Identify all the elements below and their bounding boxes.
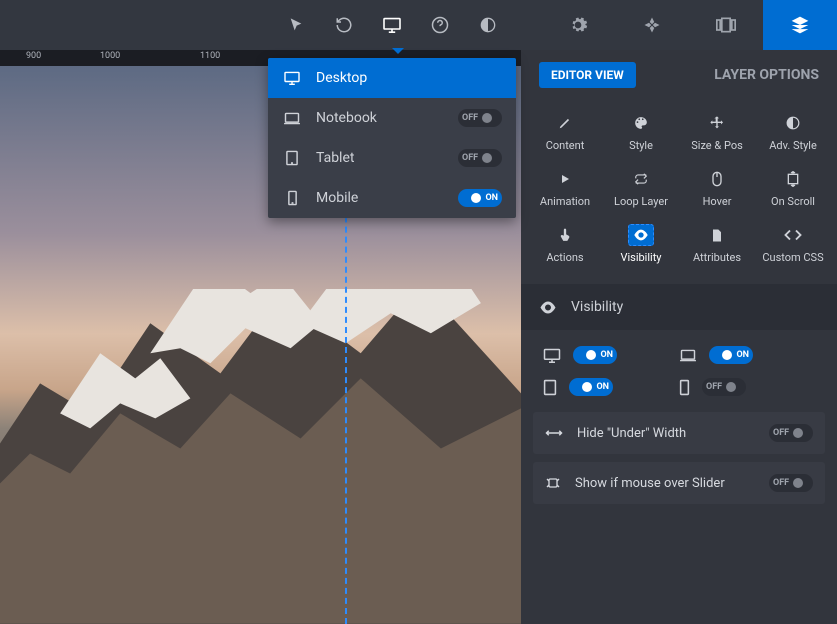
mobile-icon [282, 190, 302, 206]
background-image [0, 289, 521, 624]
desktop-visibility-toggle[interactable]: ON [573, 346, 617, 364]
show-mouse-over-row: Show if mouse over Slider OFF [533, 462, 825, 504]
right-panel: EDITOR VIEW LAYER OPTIONS Content Style … [521, 50, 837, 624]
play-icon [552, 168, 578, 190]
navigation-tab-icon[interactable] [615, 0, 689, 50]
settings-tab-icon[interactable] [541, 0, 615, 50]
undo-icon[interactable] [320, 0, 368, 50]
slides-tab-icon[interactable] [689, 0, 763, 50]
notebook-visibility-toggle[interactable]: ON [709, 346, 753, 364]
dropdown-label: Mobile [316, 190, 458, 206]
tablet-icon [543, 379, 557, 396]
editor-view-pill[interactable]: EDITOR VIEW [539, 62, 636, 88]
dropdown-item-mobile[interactable]: Mobile ON [268, 178, 516, 218]
ruler-mark: 1100 [200, 51, 220, 61]
scroll-icon [780, 168, 806, 190]
visibility-box-icon [628, 224, 654, 246]
half-circle-icon [780, 112, 806, 134]
device-preview-icon[interactable] [368, 0, 416, 50]
layers-tab-icon[interactable] [763, 0, 837, 50]
visibility-notebook: ON [679, 346, 815, 364]
device-visibility-grid: ON ON ON OFF [521, 330, 837, 412]
hide-under-width-row: Hide "Under" Width OFF [533, 412, 825, 454]
option-label: Hide "Under" Width [577, 426, 755, 441]
notebook-icon [679, 349, 697, 362]
dropdown-label: Tablet [316, 150, 458, 166]
top-toolbar [0, 0, 837, 50]
desktop-icon [543, 348, 561, 363]
tool-hover[interactable]: Hover [679, 160, 755, 216]
visibility-tablet: ON [543, 378, 679, 396]
toolbar-icon-group [272, 0, 512, 50]
notebook-toggle[interactable]: OFF [458, 109, 502, 127]
code-icon [780, 224, 806, 246]
hide-under-width-toggle[interactable]: OFF [769, 424, 813, 442]
file-icon [704, 224, 730, 246]
dropdown-item-desktop[interactable]: Desktop [268, 58, 516, 98]
tool-adv-style[interactable]: Adv. Style [755, 104, 831, 160]
tool-size-pos[interactable]: Size & Pos [679, 104, 755, 160]
width-arrows-icon [545, 427, 563, 439]
visibility-desktop: ON [543, 346, 679, 364]
tool-loop-layer[interactable]: Loop Layer [603, 160, 679, 216]
dropdown-label: Desktop [316, 70, 502, 86]
notebook-icon [282, 112, 302, 125]
tool-style[interactable]: Style [603, 104, 679, 160]
layer-options-label[interactable]: LAYER OPTIONS [714, 67, 819, 83]
dropdown-arrow-icon [392, 48, 404, 54]
pointer-tool-icon[interactable] [272, 0, 320, 50]
mouse-icon [704, 168, 730, 190]
ruler-mark: 1000 [100, 51, 120, 61]
tool-animation[interactable]: Animation [527, 160, 603, 216]
help-icon[interactable] [416, 0, 464, 50]
desktop-icon [282, 71, 302, 85]
mobile-toggle[interactable]: ON [458, 189, 502, 207]
panel-header: EDITOR VIEW LAYER OPTIONS [521, 50, 837, 100]
panel-tabs [541, 0, 837, 50]
tool-attributes[interactable]: Attributes [679, 216, 755, 272]
mobile-icon [679, 379, 690, 396]
tool-content[interactable]: Content [527, 104, 603, 160]
dropdown-item-notebook[interactable]: Notebook OFF [268, 98, 516, 138]
pencil-icon [552, 112, 578, 134]
loop-icon [628, 168, 654, 190]
tool-actions[interactable]: Actions [527, 216, 603, 272]
visibility-mobile: OFF [679, 378, 815, 396]
tablet-toggle[interactable]: OFF [458, 149, 502, 167]
palette-icon [628, 112, 654, 134]
contrast-icon[interactable] [464, 0, 512, 50]
tool-on-scroll[interactable]: On Scroll [755, 160, 831, 216]
dropdown-item-tablet[interactable]: Tablet OFF [268, 138, 516, 178]
eye-icon [539, 301, 557, 314]
tap-icon [552, 224, 578, 246]
ruler-mark: 900 [26, 51, 41, 61]
tool-visibility[interactable]: Visibility [603, 216, 679, 272]
device-dropdown: Desktop Notebook OFF Tablet OFF Mobile O… [268, 58, 516, 218]
show-mouse-over-toggle[interactable]: OFF [769, 474, 813, 492]
option-label: Show if mouse over Slider [575, 476, 755, 491]
target-icon [545, 475, 561, 491]
visibility-section-header[interactable]: Visibility [521, 284, 837, 330]
section-title: Visibility [571, 299, 623, 315]
layer-tool-grid: Content Style Size & Pos Adv. Style Anim… [521, 100, 837, 284]
tablet-icon [282, 150, 302, 166]
tablet-visibility-toggle[interactable]: ON [569, 378, 613, 396]
move-icon [704, 112, 730, 134]
mobile-visibility-toggle[interactable]: OFF [702, 378, 746, 396]
tool-custom-css[interactable]: Custom CSS [755, 216, 831, 272]
dropdown-label: Notebook [316, 110, 458, 126]
